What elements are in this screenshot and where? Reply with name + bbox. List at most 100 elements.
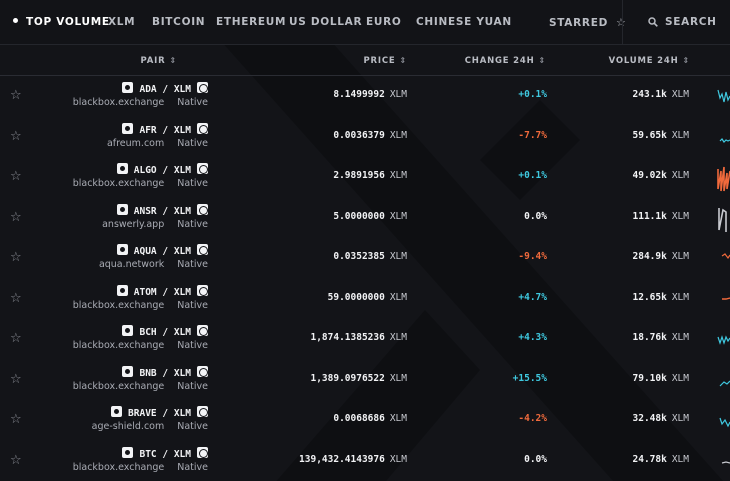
base-asset: ADA — [139, 84, 157, 95]
table-row[interactable]: ☆ AQUA / XLM aqua.network Native 0.035238… — [0, 238, 730, 279]
table-row[interactable]: ☆ ANSR / XLM answerly.app Native 5.000000… — [0, 198, 730, 239]
issuer-line: afreum.com Native — [107, 138, 208, 149]
table-row[interactable]: ☆ AFR / XLM afreum.com Native 0.0036379 XL… — [0, 117, 730, 158]
quote-issuer: Native — [177, 97, 208, 108]
sort-icon: ⇕ — [399, 56, 407, 65]
base-asset: BTC — [139, 448, 157, 460]
table-header: PAIR ⇕ PRICE ⇕ CHANGE 24H ⇕ VOLUME 24H ⇕ — [0, 45, 730, 76]
table-row[interactable]: ☆ ATOM / XLM blackbox.exchange Native 59.… — [0, 279, 730, 320]
price-value: 8.1499992 — [333, 89, 385, 100]
asset-icon — [122, 446, 134, 458]
price-value: 5.0000000 — [333, 210, 385, 222]
tab-chinese-yuan[interactable]: CHINESE YUAN — [416, 16, 512, 28]
pair-name: ALGO / XLM — [116, 163, 208, 176]
favorite-star-icon[interactable]: ☆ — [10, 291, 22, 306]
sort-icon: ⇕ — [538, 56, 546, 65]
header-label: VOLUME 24H — [608, 56, 679, 66]
header-label: CHANGE 24H — [464, 56, 535, 66]
table-row[interactable]: ☆ BTC / XLM blackbox.exchange Native 139,… — [0, 441, 730, 481]
tab-euro[interactable]: EURO — [366, 16, 402, 28]
active-tab-dot — [13, 18, 18, 23]
price-cell: 0.0068686 XLM — [333, 413, 407, 424]
change-cell: 0.0% — [524, 210, 547, 222]
issuer-domain: blackbox.exchange — [72, 340, 165, 351]
table-row[interactable]: ☆ BCH / XLM blackbox.exchange Native 1,87… — [0, 319, 730, 360]
price-value: 139,432.4143976 — [299, 453, 385, 465]
issuer-domain: answerly.app — [102, 218, 165, 230]
tab-label: TOP VOLUME — [26, 16, 110, 28]
xlm-icon — [197, 203, 208, 215]
volume-cell: 79.10k XLM — [633, 373, 690, 384]
volume-unit: XLM — [671, 89, 689, 100]
change-cell: -4.2% — [518, 413, 547, 424]
table-row[interactable]: ☆ BRAVE / XLM age-shield.com Native 0.006… — [0, 400, 730, 441]
issuer-line: blackbox.exchange Native — [73, 97, 208, 108]
favorite-star-icon[interactable]: ☆ — [10, 412, 22, 427]
xlm-icon — [197, 163, 208, 174]
volume-cell: 32.48k XLM — [633, 413, 690, 424]
sort-icon: ⇕ — [682, 56, 690, 65]
xlm-icon — [197, 406, 208, 417]
quote-asset: XLM — [173, 408, 191, 419]
tab-ethereum[interactable]: ETHEREUM — [216, 16, 286, 28]
asset-icon — [116, 163, 128, 174]
table-row[interactable]: ☆ ADA / XLM blackbox.exchange Native 8.14… — [0, 76, 730, 117]
column-header-price[interactable]: PRICE ⇕ — [364, 56, 408, 66]
volume-value: 24.78k — [632, 453, 667, 465]
search-button[interactable]: SEARCH — [648, 16, 717, 28]
asset-icon — [116, 244, 128, 255]
volume-cell: 284.9k XLM — [633, 251, 690, 262]
tab-us-dollar[interactable]: US DOLLAR — [289, 16, 362, 28]
tab-top-volume[interactable]: TOP VOLUME — [13, 16, 110, 28]
favorite-star-icon[interactable]: ☆ — [10, 210, 22, 225]
issuer-domain: blackbox.exchange — [72, 97, 165, 108]
pair-name: AFR / XLM — [122, 122, 208, 136]
quote-asset: XLM — [173, 84, 191, 95]
price-cell: 0.0036379 XLM — [333, 130, 407, 141]
favorite-star-icon[interactable]: ☆ — [10, 129, 22, 144]
asset-icon — [122, 365, 134, 377]
price-cell: 139,432.4143976 XLM — [299, 454, 407, 465]
tab-xlm[interactable]: XLM — [108, 16, 135, 28]
pair-name: BCH / XLM — [122, 325, 208, 338]
base-asset: AFR — [139, 124, 157, 136]
price-value: 59.0000000 — [327, 291, 385, 303]
base-asset: AQUA — [133, 246, 157, 257]
issuer-domain: aqua.network — [98, 259, 165, 270]
issuer-domain: afreum.com — [106, 137, 165, 149]
market-table-body: ☆ ADA / XLM blackbox.exchange Native 8.14… — [0, 76, 730, 481]
favorite-star-icon[interactable]: ☆ — [10, 250, 22, 265]
quote-issuer: Native — [177, 421, 208, 432]
volume-unit: XLM — [671, 291, 689, 303]
change-cell: -9.4% — [518, 251, 547, 262]
quote-asset: XLM — [173, 286, 191, 298]
table-row[interactable]: ☆ ALGO / XLM blackbox.exchange Native 2.9… — [0, 157, 730, 198]
sparkline — [719, 417, 730, 428]
base-asset: ALGO — [133, 165, 157, 176]
xlm-icon — [197, 82, 208, 93]
favorite-star-icon[interactable]: ☆ — [10, 372, 22, 387]
issuer-line: blackbox.exchange Native — [73, 340, 208, 351]
table-row[interactable]: ☆ BNB / XLM blackbox.exchange Native 1,38… — [0, 360, 730, 401]
tab-bitcoin[interactable]: BITCOIN — [152, 16, 205, 28]
volume-unit: XLM — [671, 129, 689, 141]
favorite-star-icon[interactable]: ☆ — [10, 88, 22, 103]
column-header-volume[interactable]: VOLUME 24H ⇕ — [609, 56, 690, 66]
column-header-pair[interactable]: PAIR ⇕ — [141, 56, 177, 66]
volume-cell: 18.76k XLM — [633, 332, 690, 343]
volume-value: 243.1k — [632, 89, 667, 100]
price-unit: XLM — [389, 332, 407, 343]
issuer-domain: blackbox.exchange — [72, 299, 165, 311]
price-cell: 1,874.1385236 XLM — [310, 332, 407, 343]
volume-value: 12.65k — [632, 291, 667, 303]
search-label: SEARCH — [665, 16, 717, 28]
favorite-star-icon[interactable]: ☆ — [10, 331, 22, 346]
volume-value: 18.76k — [632, 332, 667, 343]
favorite-star-icon[interactable]: ☆ — [10, 169, 22, 184]
sparkline — [717, 89, 730, 103]
issuer-line: age-shield.com Native — [92, 421, 208, 432]
favorite-star-icon[interactable]: ☆ — [10, 453, 22, 468]
sparkline — [718, 207, 727, 232]
column-header-change[interactable]: CHANGE 24H ⇕ — [465, 56, 546, 66]
starred-filter-button[interactable]: STARRED☆ — [549, 16, 627, 29]
